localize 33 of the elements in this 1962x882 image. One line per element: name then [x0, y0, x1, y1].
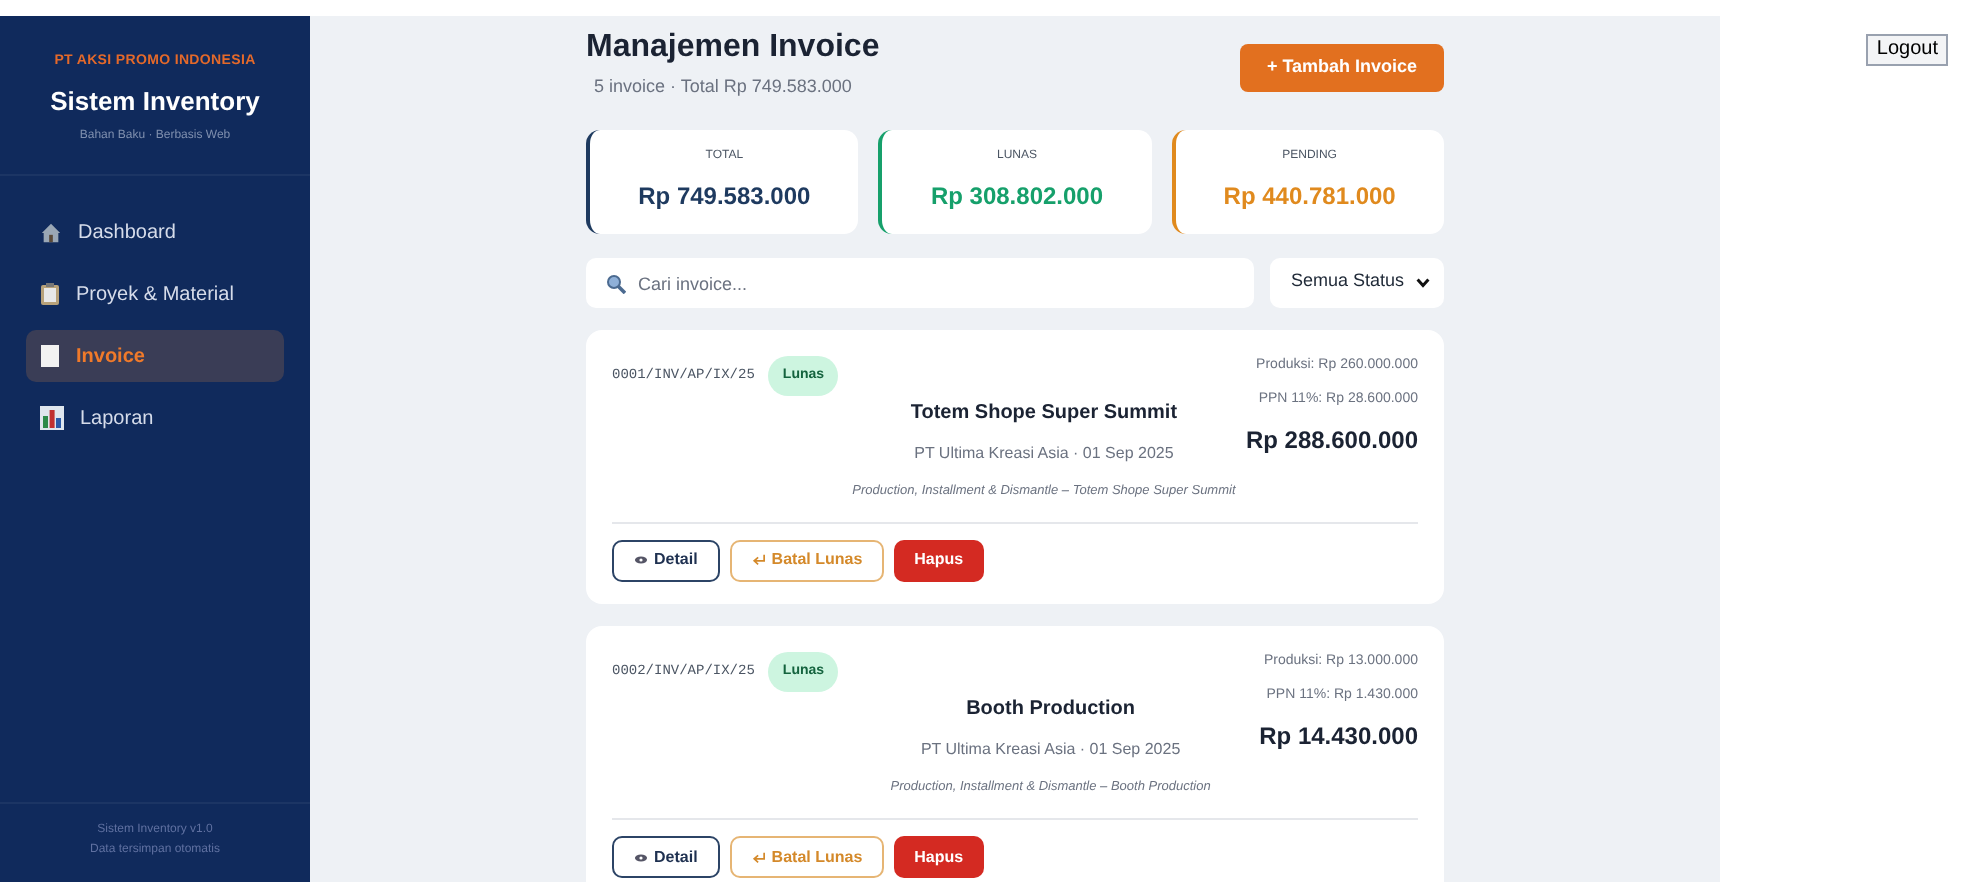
search-icon — [606, 273, 626, 293]
stat-value: Rp 749.583.000 — [638, 180, 811, 214]
chevron-down-icon — [1416, 277, 1430, 287]
nav-item[interactable]: Dashboard — [26, 206, 284, 258]
detail-button[interactable]: Detail — [612, 836, 720, 878]
page-title: Manajemen Invoice — [586, 28, 880, 68]
search-field[interactable]: Cari invoice... — [586, 258, 1254, 308]
return-arrow-icon — [751, 851, 766, 863]
logout-button[interactable]: Logout — [1866, 34, 1948, 66]
detail-button[interactable]: Detail — [612, 539, 720, 582]
invoice-title: Totem Shope Super Summit — [910, 400, 1178, 428]
stat-value: Rp 308.802.000 — [930, 180, 1104, 214]
client-date: PT Ultima Kreasi Asia · 01 Sep 2025 — [920, 738, 1181, 763]
stat-value: Rp 440.781.000 — [1223, 180, 1396, 214]
eye-icon — [634, 853, 648, 861]
bar-chart-icon — [40, 406, 64, 430]
client-date: PT Ultima Kreasi Asia · 01 Sep 2025 — [914, 442, 1174, 466]
invoice-total: Rp 14.430.000 — [1259, 719, 1418, 754]
clipboard-icon — [40, 282, 60, 306]
house-icon — [40, 221, 62, 243]
nav-item[interactable]: Proyek & Material — [26, 268, 284, 320]
eye-icon — [634, 556, 648, 565]
page-subtitle: 5 invoice · Total Rp 749.583.000 — [594, 74, 854, 100]
nav-item[interactable]: Laporan — [26, 392, 284, 444]
invoice-total: Rp 288.600.000 — [1245, 423, 1418, 457]
delete-button[interactable]: Hapus — [894, 539, 984, 582]
return-arrow-icon — [751, 554, 766, 567]
delete-button[interactable]: Hapus — [894, 836, 984, 878]
app-title: Sistem Inventory — [50, 83, 260, 120]
invoice-title: Booth Production — [966, 696, 1136, 725]
nav-item[interactable]: Invoice — [26, 330, 284, 382]
document-icon — [40, 344, 60, 368]
status-dropdown[interactable]: Semua Status — [1270, 257, 1444, 307]
